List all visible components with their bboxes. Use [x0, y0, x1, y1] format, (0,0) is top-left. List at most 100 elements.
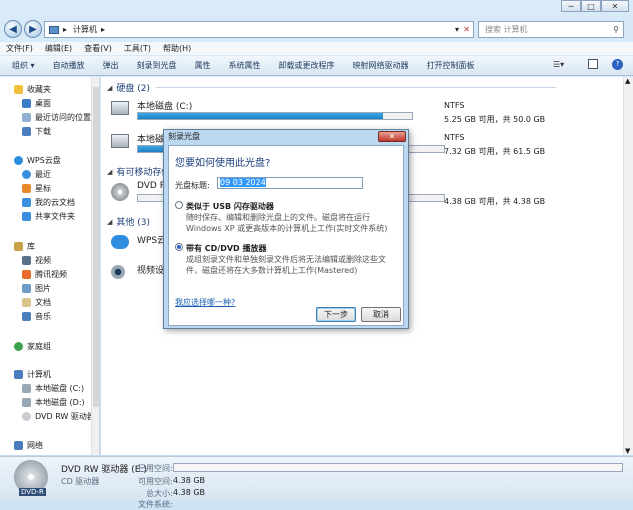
capacity-fill — [138, 113, 384, 119]
sidebar-item-shared-folder[interactable]: 共享文件夹 — [22, 210, 75, 222]
sidebar-computer[interactable]: 计算机 — [14, 368, 51, 380]
maximize-button[interactable]: □ — [581, 0, 601, 12]
details-fs-label: 文件系统: — [138, 500, 173, 509]
usb-flash-option-title[interactable]: 类似于 USB 闪存驱动器 — [186, 201, 274, 212]
clock-icon — [22, 169, 31, 179]
properties-button[interactable]: 属性 — [195, 60, 211, 71]
menu-help[interactable]: 帮助(H) — [163, 42, 191, 55]
back-arrow-icon: ◀ — [9, 23, 17, 35]
sidebar-label: 星标 — [35, 183, 51, 193]
search-placeholder: 搜索 计算机 — [485, 25, 528, 34]
details-used-label: 已用空间: — [138, 464, 173, 473]
burn-to-disc-button[interactable]: 刻录到光盘 — [137, 60, 177, 71]
sidebar-label: 视频 — [35, 255, 51, 265]
usb-flash-option-radio[interactable] — [175, 201, 183, 209]
group-header-hard-drives[interactable]: ◢ 硬盘 (2) — [107, 81, 557, 94]
sidebar-label: 桌面 — [35, 98, 51, 108]
close-button[interactable]: ✕ — [601, 0, 629, 12]
details-total-value: 4.38 GB — [173, 488, 206, 497]
group-divider — [156, 87, 557, 88]
sidebar-item-drive-d[interactable]: 本地磁盘 (D:) — [22, 396, 85, 408]
menu-tools[interactable]: 工具(T) — [124, 42, 151, 55]
sidebar-item-downloads[interactable]: 下载 — [22, 125, 51, 137]
sidebar-label: 家庭组 — [27, 341, 51, 351]
eject-button[interactable]: 弹出 — [103, 60, 119, 71]
video-icon — [22, 255, 31, 265]
scroll-down-icon[interactable]: ▼ — [625, 447, 630, 455]
details-free-label: 可用空间: — [138, 477, 173, 486]
sidebar-item-recent-cloud[interactable]: 最近 — [22, 168, 51, 180]
sidebar-label: 库 — [27, 241, 35, 251]
uninstall-programs-button[interactable]: 卸载或更改程序 — [279, 60, 335, 71]
sidebar-wps[interactable]: WPS云盘 — [14, 154, 61, 166]
organize-button[interactable]: 组织 ▾ — [12, 60, 35, 71]
view-options-icon[interactable]: ☰▾ — [553, 60, 564, 69]
sidebar-item-starred[interactable]: 星标 — [22, 182, 51, 194]
group-header-removable[interactable]: ◢ 有可移动存储 — [107, 165, 170, 179]
address-dropdown-icon[interactable]: ▾ — [455, 25, 459, 34]
cloud-icon — [111, 235, 129, 249]
music-icon — [22, 311, 31, 321]
group-header-other[interactable]: ◢ 其他 (3) — [107, 215, 150, 229]
which-to-choose-link[interactable]: 我应选择哪一种? — [175, 297, 235, 308]
sidebar-homegroup[interactable]: 家庭组 — [14, 340, 51, 352]
sidebar-favorites[interactable]: 收藏夹 — [14, 83, 51, 95]
cancel-button[interactable]: 取消 — [361, 307, 401, 322]
refresh-clear-icon[interactable]: ✕ — [463, 25, 470, 34]
details-drive-name: DVD RW 驱动器 (E:) — [61, 465, 147, 475]
sidebar-scrollbar[interactable] — [91, 77, 99, 455]
network-icon — [14, 440, 23, 450]
content-scrollbar[interactable]: ▲ ▼ — [623, 77, 633, 455]
details-total-label: 总大小: — [146, 489, 173, 498]
cd-dvd-player-option-radio[interactable] — [175, 243, 183, 251]
sidebar-item-videos[interactable]: 视频 — [22, 254, 51, 266]
breadcrumb-chevron-icon: ▸ — [101, 25, 106, 34]
sidebar-label: 我的云文档 — [35, 197, 75, 207]
system-properties-button[interactable]: 系统属性 — [229, 60, 261, 71]
sidebar-item-dvd-drive[interactable]: DVD RW 驱动器 — [22, 410, 95, 422]
address-bar[interactable]: ▸ 计算机 ▸ ▾ ✕ — [44, 21, 474, 38]
sidebar-item-drive-c[interactable]: 本地磁盘 (C:) — [22, 382, 84, 394]
forward-arrow-icon: ▶ — [29, 23, 37, 35]
star-icon — [22, 183, 31, 193]
back-button[interactable]: ◀ — [4, 20, 22, 38]
sidebar-library[interactable]: 库 — [14, 240, 35, 252]
minimize-button[interactable]: ─ — [561, 0, 581, 12]
next-button[interactable]: 下一步 — [316, 307, 356, 322]
search-icon: ⚲ — [613, 25, 619, 34]
sidebar-item-recent[interactable]: 最近访问的位置 — [22, 111, 91, 123]
sidebar-label: 本地磁盘 (D:) — [35, 397, 85, 407]
dialog-close-button[interactable]: ✕ — [378, 131, 406, 142]
scrollbar-thumb[interactable] — [93, 87, 99, 407]
disc-title-input[interactable]: 09 03 2024 — [217, 177, 363, 189]
disc-type-label: DVD-R — [19, 488, 46, 496]
open-control-panel-button[interactable]: 打开控制面板 — [427, 60, 475, 71]
sidebar-item-documents[interactable]: 文档 — [22, 296, 51, 308]
cd-dvd-player-option-title[interactable]: 带有 CD/DVD 播放器 — [186, 243, 266, 254]
disc-icon — [22, 411, 31, 421]
sidebar-network[interactable]: 网络 — [14, 439, 43, 451]
scroll-up-icon[interactable]: ▲ — [625, 77, 630, 85]
autoplay-button[interactable]: 自动播放 — [53, 60, 85, 71]
sidebar-label: 计算机 — [27, 369, 51, 379]
menu-edit[interactable]: 编辑(E) — [45, 42, 72, 55]
drive-filesystem: NTFS — [444, 101, 465, 110]
map-network-drive-button[interactable]: 映射网络驱动器 — [353, 60, 409, 71]
preview-pane-icon[interactable] — [588, 59, 598, 69]
search-input[interactable]: 搜索 计算机 ⚲ — [478, 21, 624, 38]
sidebar-item-music[interactable]: 音乐 — [22, 310, 51, 322]
sidebar-label: 共享文件夹 — [35, 211, 75, 221]
drive-free-space: 4.38 GB 可用，共 4.38 GB — [444, 197, 546, 206]
sidebar-item-desktop[interactable]: 桌面 — [22, 97, 51, 109]
forward-button[interactable]: ▶ — [24, 20, 42, 38]
drive-free-space: 7.32 GB 可用，共 61.5 GB — [444, 147, 546, 156]
sidebar-item-my-cloud-docs[interactable]: 我的云文档 — [22, 196, 75, 208]
sidebar-item-pictures[interactable]: 图片 — [22, 282, 51, 294]
menu-file[interactable]: 文件(F) — [6, 42, 33, 55]
breadcrumb-computer[interactable]: 计算机 — [73, 24, 97, 35]
disc-title-label: 光盘标题: — [175, 181, 210, 190]
menu-view[interactable]: 查看(V) — [84, 42, 112, 55]
help-icon[interactable]: ? — [612, 59, 623, 70]
sidebar-item-tencent-video[interactable]: 腾讯视频 — [22, 268, 67, 280]
homegroup-icon — [14, 341, 23, 351]
